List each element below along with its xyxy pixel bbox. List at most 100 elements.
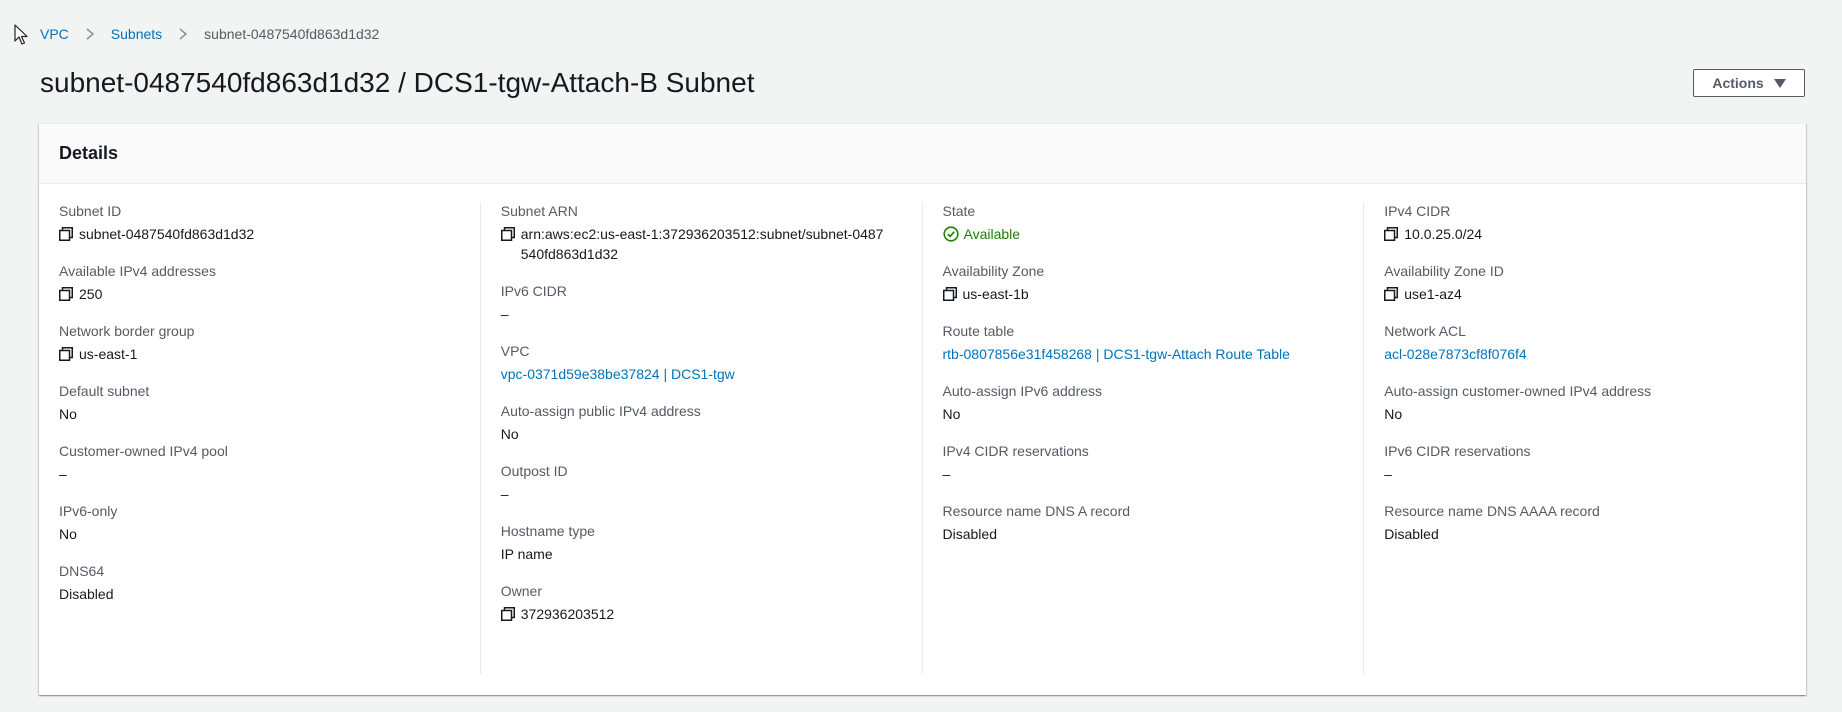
field-vpc: VPC vpc-0371d59e38be37824 | DCS1-tgw <box>501 342 902 384</box>
field-value: us-east-1 <box>59 344 460 364</box>
field-value: vpc-0371d59e38be37824 | DCS1-tgw <box>501 364 902 384</box>
field-dns64: DNS64 Disabled <box>59 562 460 604</box>
vpc-link[interactable]: vpc-0371d59e38be37824 | DCS1-tgw <box>501 364 735 384</box>
field-auto-assign-ipv6: Auto-assign IPv6 address No <box>943 382 1344 424</box>
availability-zone-id-value: use1-az4 <box>1404 286 1462 302</box>
field-value: subnet-0487540fd863d1d32 <box>59 224 460 244</box>
copy-icon[interactable] <box>942 287 957 301</box>
field-state: State Available <box>943 202 1344 244</box>
field-customer-owned-pool: Customer-owned IPv4 pool – <box>59 442 460 484</box>
field-available-ipv4: Available IPv4 addresses 250 <box>59 262 460 304</box>
ipv4-cidr-reservations-value: – <box>942 466 951 482</box>
field-value: use1-az4 <box>1384 284 1786 304</box>
field-label: VPC <box>500 343 530 359</box>
field-network-border-group: Network border group us-east-1 <box>59 322 460 364</box>
field-value: arn:aws:ec2:us-east-1:372936203512:subne… <box>500 224 902 264</box>
network-border-group-value: us-east-1 <box>79 346 138 362</box>
breadcrumb: VPC Subnets subnet-0487540fd863d1d32 <box>40 25 379 43</box>
details-column-2: Subnet ARN arn:aws:ec2:us-east-1:3729362… <box>481 202 923 674</box>
actions-button[interactable]: Actions <box>1693 69 1805 97</box>
ipv6-cidr-reservations-value: – <box>1384 466 1393 482</box>
copy-icon[interactable] <box>59 287 73 301</box>
field-label: Network ACL <box>1384 323 1466 339</box>
ipv6-only-value: No <box>59 526 77 542</box>
copy-icon[interactable] <box>500 227 515 241</box>
field-network-acl: Network ACL acl-028e7873cf8f076f4 <box>1384 322 1786 364</box>
hostname-type-value: IP name <box>500 546 553 562</box>
field-dns-a-record: Resource name DNS A record Disabled <box>943 502 1344 544</box>
network-acl-link[interactable]: acl-028e7873cf8f076f4 <box>1384 344 1526 364</box>
details-panel: Details Subnet ID subnet-0487540fd863d1d… <box>39 123 1806 695</box>
field-label: Available IPv4 addresses <box>59 263 216 279</box>
chevron-right-icon <box>86 28 94 40</box>
copy-icon[interactable] <box>1384 227 1399 241</box>
subnet-arn-value: arn:aws:ec2:us-east-1:372936203512:subne… <box>520 226 884 262</box>
field-subnet-id: Subnet ID subnet-0487540fd863d1d32 <box>59 202 460 244</box>
breadcrumb-link-subnets[interactable]: Subnets <box>111 25 162 43</box>
field-ipv6-cidr: IPv6 CIDR – <box>501 282 902 324</box>
field-label: IPv6-only <box>59 503 118 519</box>
field-label: IPv4 CIDR reservations <box>942 443 1089 459</box>
field-label: Availability Zone ID <box>1384 263 1504 279</box>
page: VPC Subnets subnet-0487540fd863d1d32 sub… <box>0 0 1842 712</box>
field-label: Hostname type <box>500 523 595 539</box>
customer-owned-pool-value: – <box>59 466 67 482</box>
field-label: IPv6 CIDR reservations <box>1384 443 1531 459</box>
copy-icon[interactable] <box>1384 287 1399 301</box>
auto-assign-customer-owned-value: No <box>1384 406 1403 422</box>
field-value: us-east-1b <box>942 284 1344 304</box>
page-title: subnet-0487540fd863d1d32 / DCS1-tgw-Atta… <box>40 67 755 98</box>
field-dns-aaaa-record: Resource name DNS AAAA record Disabled <box>1384 502 1786 544</box>
route-table-link[interactable]: rtb-0807856e31f458268 | DCS1-tgw-Attach … <box>943 344 1290 364</box>
field-value: acl-028e7873cf8f076f4 <box>1384 344 1786 364</box>
field-availability-zone: Availability Zone us-east-1b <box>942 262 1344 304</box>
subnet-id-value: subnet-0487540fd863d1d32 <box>79 226 255 242</box>
status-positive-icon <box>942 226 959 242</box>
ipv6-cidr-value: – <box>500 306 509 322</box>
details-column-4: IPv4 CIDR 10.0.25.0/24 Availability Zone… <box>1364 202 1806 674</box>
field-route-table: Route table rtb-0807856e31f458268 | DCS1… <box>943 322 1344 364</box>
default-subnet-value: No <box>59 406 77 422</box>
field-label: DNS64 <box>59 563 105 579</box>
field-default-subnet: Default subnet No <box>59 382 460 424</box>
field-label: Resource name DNS AAAA record <box>1384 503 1600 519</box>
breadcrumb-current: subnet-0487540fd863d1d32 <box>204 26 380 42</box>
ipv4-cidr-value: 10.0.25.0/24 <box>1404 226 1483 242</box>
auto-assign-public-ipv4-value: No <box>500 426 519 442</box>
dns64-value: Disabled <box>59 586 114 602</box>
breadcrumb-link-vpc[interactable]: VPC <box>40 25 69 43</box>
field-subnet-arn: Subnet ARN arn:aws:ec2:us-east-1:3729362… <box>500 202 902 264</box>
field-label: Route table <box>942 323 1015 339</box>
field-ipv6-cidr-reservations: IPv6 CIDR reservations – <box>1384 442 1786 484</box>
details-columns: Subnet ID subnet-0487540fd863d1d32 Avail… <box>39 184 1806 674</box>
field-label: Subnet ARN <box>500 203 578 219</box>
field-auto-assign-public-ipv4: Auto-assign public IPv4 address No <box>501 402 902 444</box>
dns-aaaa-record-value: Disabled <box>1384 526 1439 542</box>
copy-icon[interactable] <box>500 607 515 621</box>
field-auto-assign-customer-owned: Auto-assign customer-owned IPv4 address … <box>1384 382 1786 424</box>
details-column-1: Subnet ID subnet-0487540fd863d1d32 Avail… <box>39 202 481 674</box>
field-label: IPv4 CIDR <box>1384 203 1451 219</box>
details-column-3: State Available Availability Zone us-eas… <box>923 202 1365 674</box>
details-panel-header: Details <box>39 124 1806 184</box>
copy-icon[interactable] <box>59 347 73 361</box>
field-label: State <box>942 203 976 219</box>
field-value: 250 <box>59 284 460 304</box>
auto-assign-ipv6-value: No <box>942 406 961 422</box>
field-label: IPv6 CIDR <box>500 283 567 299</box>
field-ipv6-only: IPv6-only No <box>59 502 460 544</box>
field-label: Default subnet <box>59 383 150 399</box>
field-label: Customer-owned IPv4 pool <box>59 443 228 459</box>
state-value: Available <box>963 226 1021 242</box>
mouse-cursor-icon <box>14 24 28 45</box>
field-ipv4-cidr-reservations: IPv4 CIDR reservations – <box>943 442 1344 484</box>
details-title: Details <box>59 143 119 163</box>
copy-icon[interactable] <box>59 227 73 241</box>
actions-button-label: Actions <box>1712 75 1764 91</box>
field-value: Available <box>942 224 1344 244</box>
field-ipv4-cidr: IPv4 CIDR 10.0.25.0/24 <box>1384 202 1786 244</box>
field-value: 372936203512 <box>500 604 902 624</box>
available-ipv4-value: 250 <box>79 286 103 302</box>
field-label: Outpost ID <box>500 463 568 479</box>
field-label: Owner <box>500 583 542 599</box>
